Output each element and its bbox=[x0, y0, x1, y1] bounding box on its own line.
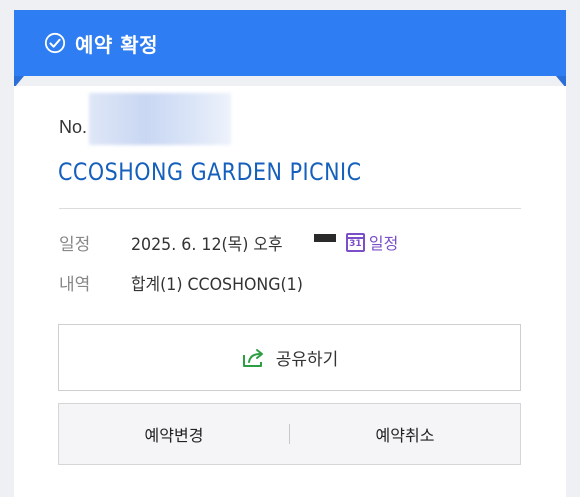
check-circle-icon bbox=[44, 32, 66, 54]
detail-row: 내역 합계(1) CCOSHONG(1) bbox=[59, 269, 316, 295]
order-number-label: No. bbox=[59, 116, 88, 137]
event-title: CCOSHONG GARDEN PICNIC bbox=[58, 158, 362, 186]
schedule-row: 일정 2025. 6. 12(목) 오후 31 일정 bbox=[59, 229, 398, 255]
detail-value: 합계(1) CCOSHONG(1) bbox=[131, 274, 303, 295]
calendar-icon: 31 bbox=[345, 232, 365, 252]
share-icon bbox=[242, 348, 263, 367]
schedule-time-redacted bbox=[313, 234, 336, 242]
share-button-label: 공유하기 bbox=[275, 350, 339, 370]
cancel-reservation-button[interactable]: 예약취소 bbox=[290, 404, 520, 464]
change-reservation-button[interactable]: 예약변경 bbox=[59, 404, 289, 464]
divider bbox=[59, 208, 521, 209]
add-to-calendar-link[interactable]: 31 일정 bbox=[345, 230, 399, 254]
confirmation-banner: 예약 확정 bbox=[14, 10, 566, 76]
calendar-link-label: 일정 bbox=[368, 234, 399, 253]
order-number: No. bbox=[59, 93, 232, 145]
reservation-actions: 예약변경 예약취소 bbox=[58, 403, 521, 465]
detail-key: 내역 bbox=[59, 274, 91, 295]
order-number-redacted bbox=[89, 93, 232, 145]
confirmation-title: 예약 확정 bbox=[75, 32, 159, 57]
reservation-card: No. CCOSHONG GARDEN PICNIC 일정 2025. 6. 1… bbox=[14, 86, 566, 497]
schedule-value: 2025. 6. 12(목) 오후 bbox=[131, 234, 283, 255]
share-button[interactable]: 공유하기 bbox=[58, 324, 521, 391]
schedule-key: 일정 bbox=[59, 234, 91, 255]
reservation-ticket: 예약 확정 No. CCOSHONG GARDEN PICNIC 일정 2025… bbox=[14, 10, 566, 497]
